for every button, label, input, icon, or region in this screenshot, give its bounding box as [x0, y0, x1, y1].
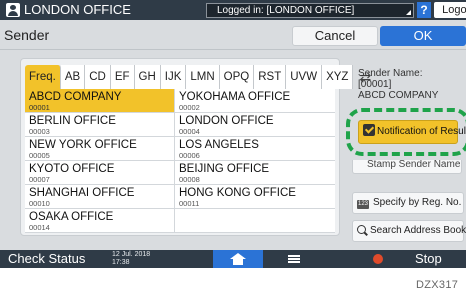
home-icon[interactable]: [213, 250, 263, 268]
stop-icon: [373, 254, 383, 264]
sender-info: Sender Name: [00001] ABCD COMPANY: [358, 68, 438, 101]
list-item[interactable]: BEIJING OFFICE 00008: [175, 161, 335, 185]
list-item[interactable]: LONDON OFFICE 00004: [175, 113, 335, 137]
menu-icon[interactable]: [288, 255, 300, 263]
tab-lmn[interactable]: LMN: [186, 65, 220, 89]
list-item[interactable]: ABCD COMPANY 00001: [25, 89, 175, 113]
tab-uvw[interactable]: UVW: [286, 65, 323, 89]
address-list: ABCD COMPANY 00001 YOKOHAMA OFFICE 00002…: [25, 89, 335, 233]
tab-freq[interactable]: Freq.: [25, 65, 61, 89]
tab-ab[interactable]: AB: [60, 65, 86, 89]
empty-list-cell: [175, 209, 335, 233]
ok-button[interactable]: OK: [380, 26, 466, 46]
tab-ef[interactable]: EF: [110, 65, 135, 89]
sender-name-label: Sender Name:: [358, 68, 423, 79]
highlight-callout: [346, 108, 466, 156]
list-item[interactable]: HONG KONG OFFICE 00011: [175, 185, 335, 209]
list-item[interactable]: OSAKA OFFICE 00014: [25, 209, 175, 233]
tab-xyz[interactable]: XYZ: [322, 65, 354, 89]
help-button[interactable]: ?: [417, 2, 431, 18]
cancel-button[interactable]: Cancel: [292, 26, 378, 46]
device-screen: LONDON OFFICE Logged in: [LONDON OFFICE]…: [0, 0, 466, 268]
specify-by-reg-no-button[interactable]: 123 Specify by Reg. No.: [352, 192, 464, 214]
tab-opq[interactable]: OPQ: [219, 65, 255, 89]
tab-ijk[interactable]: IJK: [160, 65, 187, 89]
tab-cd[interactable]: CD: [85, 65, 111, 89]
bottom-bar: Check Status 12 Jul. 2018 17:38 Stop: [0, 250, 466, 268]
search-icon: [357, 225, 366, 234]
list-item[interactable]: SHANGHAI OFFICE 00010: [25, 185, 175, 209]
stamp-sender-name-button[interactable]: Stamp Sender Name: [352, 160, 462, 174]
divider: [0, 49, 466, 50]
list-item[interactable]: YOKOHAMA OFFICE 00002: [175, 89, 335, 113]
index-tabs: Freq. AB CD EF GH IJK LMN OPQ RST UVW XY…: [25, 65, 377, 89]
sender-name-value: ABCD COMPANY: [358, 90, 439, 101]
date-time: 12 Jul. 2018 17:38: [112, 251, 151, 266]
list-item[interactable]: BERLIN OFFICE 00003: [25, 113, 175, 137]
list-item[interactable]: KYOTO OFFICE 00007: [25, 161, 175, 185]
stop-button[interactable]: Stop: [415, 250, 442, 268]
sender-number: [00001]: [358, 79, 392, 90]
list-item[interactable]: NEW YORK OFFICE 00005: [25, 137, 175, 161]
page-title: Sender: [4, 27, 50, 43]
list-item[interactable]: LOS ANGELES 00006: [175, 137, 335, 161]
office-name: LONDON OFFICE: [24, 2, 131, 17]
address-panel: Freq. AB CD EF GH IJK LMN OPQ RST UVW XY…: [20, 58, 371, 236]
user-icon: [6, 3, 20, 17]
top-bar: LONDON OFFICE Logged in: [LONDON OFFICE]…: [0, 0, 466, 20]
check-status-button[interactable]: Check Status: [8, 250, 85, 268]
figure-id: DZX317: [416, 279, 459, 291]
login-status[interactable]: Logged in: [LONDON OFFICE]: [206, 3, 414, 18]
tab-gh[interactable]: GH: [134, 65, 161, 89]
tab-rst[interactable]: RST: [254, 65, 287, 89]
logout-button[interactable]: Logout: [434, 2, 466, 18]
number-icon: 123: [357, 200, 369, 209]
search-address-book-button[interactable]: Search Address Book: [352, 220, 466, 242]
